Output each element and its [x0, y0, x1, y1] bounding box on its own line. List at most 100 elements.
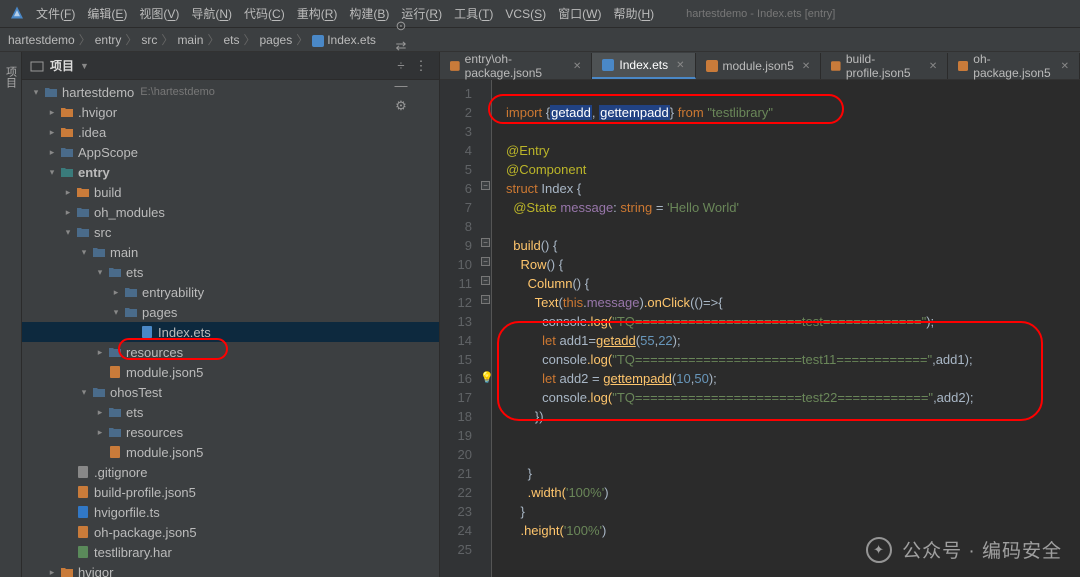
file-icon [831, 60, 841, 72]
expand-icon[interactable]: ▾ [110, 307, 122, 318]
file-json-icon [76, 485, 90, 499]
editor-tab[interactable]: oh-package.json5✕ [948, 53, 1080, 79]
close-icon[interactable]: ✕ [676, 60, 684, 71]
folder-orange-icon [60, 125, 74, 139]
menu-item[interactable]: 编辑(E) [87, 7, 127, 21]
node-label: ohosTest [110, 385, 162, 400]
file-ets-icon [140, 325, 154, 339]
tree-node[interactable]: module.json5 [22, 442, 439, 462]
menu-item[interactable]: 重构(R) [297, 7, 338, 21]
tree-node[interactable]: ▸ entryability [22, 282, 439, 302]
crumb[interactable]: pages [260, 33, 293, 47]
expand-icon[interactable]: ▸ [46, 127, 58, 138]
close-icon[interactable]: ✕ [929, 61, 937, 72]
menu-item[interactable]: 工具(T) [454, 7, 493, 21]
code-editor[interactable]: 1234567891011121314151617181920212223242… [440, 80, 1080, 577]
expand-icon[interactable]: ▸ [62, 187, 74, 198]
menu-item[interactable]: 窗口(W) [558, 7, 601, 21]
expand-icon[interactable]: ▸ [62, 207, 74, 218]
toolbar-icon[interactable]: ÷ [391, 56, 411, 76]
close-icon[interactable]: ✕ [1061, 61, 1069, 72]
menu-icon[interactable]: ⋮ [411, 56, 431, 76]
tree-node[interactable]: ▸hvigor [22, 562, 439, 577]
tree-node[interactable]: ▸.hvigor [22, 102, 439, 122]
editor-tab[interactable]: entry\oh-package.json5✕ [440, 53, 592, 79]
crumb[interactable]: main [177, 33, 203, 47]
tree-node[interactable]: module.json5 [22, 362, 439, 382]
tree-node[interactable]: ▸ets [22, 402, 439, 422]
tree-node[interactable]: ▸ resources [22, 422, 439, 442]
tree-node[interactable]: .gitignore [22, 462, 439, 482]
expand-icon[interactable]: ▾ [78, 247, 90, 258]
crumb[interactable]: entry [95, 33, 122, 47]
node-label: testlibrary.har [94, 545, 172, 560]
project-tree[interactable]: ▾hartestdemoE:\hartestdemo▸.hvigor▸.idea… [22, 80, 439, 577]
intention-bulb-icon[interactable]: 💡 [480, 369, 492, 381]
panel-title: 项目 [50, 57, 74, 74]
tree-node[interactable]: ▾entry [22, 162, 439, 182]
crumb[interactable]: Index.ets [312, 33, 376, 47]
editor-tab[interactable]: build-profile.json5✕ [821, 53, 948, 79]
tree-node[interactable]: build-profile.json5 [22, 482, 439, 502]
expand-icon[interactable]: ▾ [94, 267, 106, 278]
menu-item[interactable]: 导航(N) [191, 7, 232, 21]
source-code[interactable]: import {getadd, gettempadd} from "testli… [492, 80, 1080, 577]
fold-gutter[interactable]: −−−−−💡 [480, 80, 492, 577]
tree-node[interactable]: Index.ets [22, 322, 439, 342]
tree-node[interactable]: ▸ resources [22, 342, 439, 362]
menu-item[interactable]: VCS(S) [505, 7, 546, 21]
toolbar-icon[interactable]: ⇄ [391, 36, 411, 56]
folder-blue-icon [124, 305, 138, 319]
expand-icon[interactable]: ▸ [94, 347, 106, 358]
editor-tab[interactable]: module.json5✕ [696, 53, 822, 79]
app-logo [8, 5, 26, 23]
menu-item[interactable]: 视图(V) [139, 7, 179, 21]
expand-icon[interactable]: ▾ [78, 387, 90, 398]
menu-item[interactable]: 文件(F) [36, 7, 75, 21]
expand-icon[interactable]: ▾ [30, 87, 42, 98]
crumb[interactable]: src [141, 33, 157, 47]
expand-icon[interactable]: ▸ [110, 287, 122, 298]
toolbar-icon[interactable]: ⊙ [391, 16, 411, 36]
node-label: resources [126, 345, 183, 360]
folder-blue-icon [92, 245, 106, 259]
tree-node[interactable]: hvigorfile.ts [22, 502, 439, 522]
crumb[interactable]: hartestdemo [8, 33, 75, 47]
file-icon [706, 60, 718, 72]
project-icon [30, 59, 44, 73]
folder-blue-icon [108, 425, 122, 439]
menu-item[interactable]: 构建(B) [349, 7, 389, 21]
expand-icon[interactable]: ▸ [94, 427, 106, 438]
editor-tab[interactable]: Index.ets✕ [592, 53, 695, 79]
tree-node[interactable]: testlibrary.har [22, 542, 439, 562]
close-icon[interactable]: ✕ [573, 61, 581, 72]
close-icon[interactable]: ✕ [802, 61, 810, 72]
tree-node[interactable]: oh-package.json5 [22, 522, 439, 542]
crumb[interactable]: ets [223, 33, 239, 47]
tree-node[interactable]: ▾ ohosTest [22, 382, 439, 402]
node-label: entryability [142, 285, 204, 300]
tree-node[interactable]: ▸ build [22, 182, 439, 202]
breadcrumb: hartestdemo〉entry〉src〉main〉ets〉pages〉Ind… [0, 28, 1080, 52]
node-label: build [94, 185, 121, 200]
tree-node[interactable]: ▾hartestdemoE:\hartestdemo [22, 82, 439, 102]
expand-icon[interactable]: ▸ [46, 567, 58, 577]
tree-node[interactable]: ▸AppScope [22, 142, 439, 162]
dropdown-icon[interactable]: ▼ [80, 61, 89, 71]
tree-node[interactable]: ▾pages [22, 302, 439, 322]
expand-icon[interactable]: ▸ [46, 147, 58, 158]
tree-node[interactable]: ▾ets [22, 262, 439, 282]
node-label: resources [126, 425, 183, 440]
menu-item[interactable]: 帮助(H) [613, 7, 654, 21]
expand-icon[interactable]: ▸ [94, 407, 106, 418]
tree-node[interactable]: ▾main [22, 242, 439, 262]
folder-orange-icon [60, 105, 74, 119]
expand-icon[interactable]: ▾ [46, 167, 58, 178]
tree-node[interactable]: ▾src [22, 222, 439, 242]
gutter-tab[interactable]: 项目 [1, 58, 21, 96]
tree-node[interactable]: ▸.idea [22, 122, 439, 142]
expand-icon[interactable]: ▸ [46, 107, 58, 118]
tree-node[interactable]: ▸oh_modules [22, 202, 439, 222]
menu-item[interactable]: 代码(C) [244, 7, 285, 21]
expand-icon[interactable]: ▾ [62, 227, 74, 238]
